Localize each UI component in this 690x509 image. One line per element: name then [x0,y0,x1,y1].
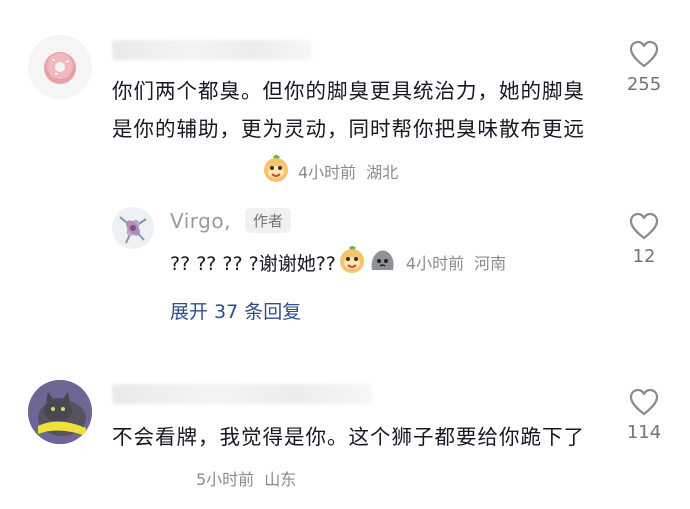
heart-outline-icon[interactable] [629,212,659,240]
reply-avatar[interactable] [112,207,154,249]
comment-meta: 5小时前 山东 [196,466,296,490]
expand-replies-link[interactable]: 展开 37 条回复 [170,297,301,324]
reply-like-count: 12 [632,246,656,267]
reply-like-button[interactable]: 12 [614,212,674,267]
like-count: 114 [626,422,662,443]
like-button[interactable]: 255 [614,40,674,95]
reply-time: 4小时前 [405,254,465,273]
comment-text: 你们两个都臭。但你的脚臭更具统治力，她的脚臭是你的辅助，更为灵动，同时帮你把臭味… [112,79,585,141]
reply-body: ?? ?? ?? ?谢谢她?? 4小时前 河南 [170,246,506,278]
reply-username[interactable]: Virgo, [170,209,231,233]
flower-avatar-icon [112,207,154,249]
cat-avatar-icon [28,380,92,444]
comment-text: 不会看牌，我觉得是你。这个狮子都要给你跪下了 [112,425,585,449]
comment-location: 湖北 [366,163,399,182]
donut-avatar-icon [28,35,92,99]
username-redacted[interactable] [112,40,312,60]
heart-outline-icon[interactable] [629,40,659,68]
reply-location: 河南 [474,254,507,273]
reply-text: ?? ?? ?? ?谢谢她?? [170,252,336,275]
avatar[interactable] [28,35,92,99]
monkey-emoji-icon [338,246,366,278]
like-button[interactable]: 114 [614,388,674,443]
comment-meta: 4小时前 湖北 [262,155,398,187]
avatar[interactable] [28,380,92,444]
username-redacted[interactable] [112,384,372,404]
rock-emoji-icon [368,246,396,278]
heart-outline-icon[interactable] [629,388,659,416]
monkey-emoji-icon [262,155,290,187]
like-count: 255 [626,74,662,95]
comment-time: 4小时前 [298,163,357,182]
comment-location: 山东 [264,470,297,489]
author-badge: 作者 [244,208,291,233]
comment-time: 5小时前 [196,470,255,489]
reply-header: Virgo, 作者 [170,208,291,233]
